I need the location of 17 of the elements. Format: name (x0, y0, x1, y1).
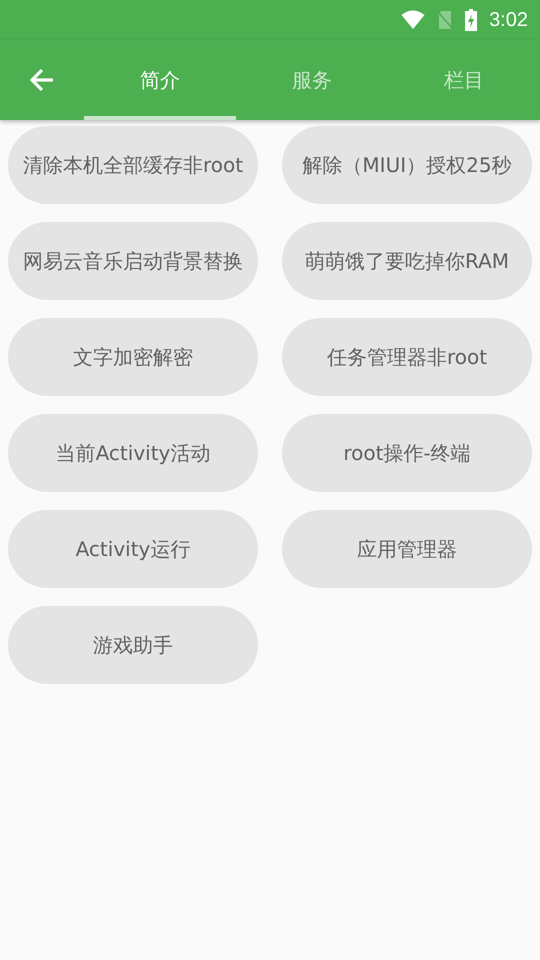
wifi-icon (401, 10, 426, 30)
status-time: 3:02 (489, 8, 528, 32)
action-button[interactable]: 任务管理器非root (282, 318, 532, 396)
action-button[interactable]: 清除本机全部缓存非root (8, 126, 258, 204)
tab[interactable]: 简介 (84, 40, 236, 120)
battery-charging-icon (465, 9, 478, 31)
action-button[interactable]: 解除（MIUI）授权25秒 (282, 126, 532, 204)
back-arrow-icon (29, 68, 55, 92)
action-button[interactable]: 文字加密解密 (8, 318, 258, 396)
action-button[interactable]: 游戏助手 (8, 606, 258, 684)
action-button[interactable]: root操作-终端 (282, 414, 532, 492)
sim-card-icon (437, 10, 454, 30)
action-button[interactable]: 萌萌饿了要吃掉你RAM (282, 222, 532, 300)
action-button[interactable]: 应用管理器 (282, 510, 532, 588)
action-button[interactable]: 网易云音乐启动背景替换 (8, 222, 258, 300)
action-button[interactable]: 当前Activity活动 (8, 414, 258, 492)
action-button[interactable]: Activity运行 (8, 510, 258, 588)
